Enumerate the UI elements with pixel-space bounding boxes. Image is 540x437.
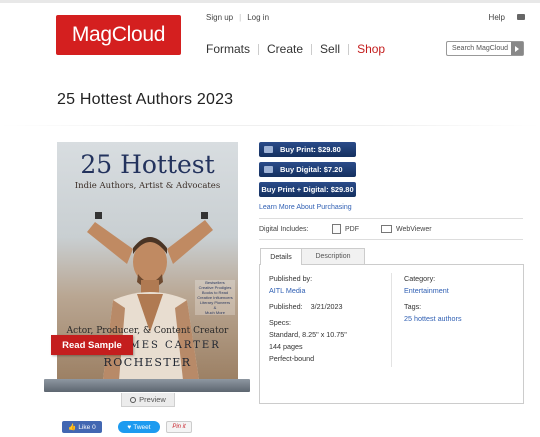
mail-icon[interactable]	[517, 14, 525, 20]
tab-details[interactable]: Details	[260, 248, 302, 265]
pdf-icon	[332, 224, 341, 234]
magcloud-logo[interactable]: MagCloud	[56, 15, 181, 55]
published-by-label: Published by:	[269, 274, 313, 283]
nav-sell[interactable]: Sell	[312, 42, 348, 56]
search-go-button[interactable]	[511, 42, 523, 55]
login-link[interactable]: Log in	[247, 13, 269, 22]
nav-shop[interactable]: Shop	[349, 42, 393, 56]
preview-button[interactable]: Preview	[121, 393, 175, 407]
title-divider	[0, 125, 540, 126]
like-label: Like 0	[78, 423, 96, 431]
search-input[interactable]: Search MagCloud	[447, 45, 511, 52]
page-title: 25 Hottest Authors 2023	[57, 91, 234, 108]
buy-digital-label: Buy Digital: $7.20	[280, 165, 343, 174]
cover-title: 25 Hottest	[80, 150, 215, 179]
buy-digital-button[interactable]: Buy Digital: $7.20	[259, 162, 356, 177]
spec-pages: 144 pages	[269, 342, 303, 351]
published-date: 3/21/2023	[310, 302, 343, 311]
tags-label: Tags:	[404, 302, 422, 311]
buy-print-label: Buy Print: $29.80	[280, 145, 341, 154]
read-sample-button[interactable]: Read Sample	[51, 335, 133, 355]
main-nav: Formats Create Sell Shop	[206, 42, 393, 56]
monitor-icon	[381, 225, 392, 233]
pdf-label[interactable]: PDF	[345, 226, 359, 233]
facebook-like-button[interactable]: 👍 Like 0	[62, 421, 102, 433]
divider	[259, 218, 523, 219]
help-link[interactable]: Help	[489, 13, 505, 22]
learn-more-link[interactable]: Learn More About Purchasing	[259, 204, 352, 211]
logo-text: MagCloud	[71, 23, 166, 46]
buy-print-button[interactable]: Buy Print: $29.80	[259, 142, 356, 157]
published-date-row: Published: 3/21/2023	[269, 302, 343, 311]
cover-shelf	[44, 379, 250, 392]
digital-includes: Digital Includes: PDF WebViewer	[259, 224, 432, 234]
twitter-bird-icon: ♥	[127, 423, 132, 431]
tab-description[interactable]: Description	[301, 248, 365, 264]
signup-link[interactable]: Sign up	[206, 13, 233, 22]
print-icon	[264, 146, 273, 153]
webviewer-label[interactable]: WebViewer	[396, 226, 432, 233]
buy-bundle-button[interactable]: Buy Print + Digital: $29.80	[259, 182, 356, 197]
spec-binding: Perfect-bound	[269, 354, 315, 363]
account-links: Sign up | Log in	[206, 13, 269, 22]
arrow-right-icon	[515, 45, 519, 52]
preview-label: Preview	[139, 395, 166, 404]
nav-create[interactable]: Create	[259, 42, 311, 56]
publisher-link[interactable]: AITL Media	[269, 286, 306, 295]
details-column-divider	[391, 273, 392, 367]
pinterest-button[interactable]: Pin it	[166, 421, 192, 433]
cover-name-line2: ROCHESTER	[103, 356, 192, 369]
nav-formats[interactable]: Formats	[206, 42, 258, 56]
includes-label: Digital Includes:	[259, 225, 309, 233]
spec-size: Standard, 8.25" x 10.75"	[269, 330, 347, 339]
category-link[interactable]: Entertainment	[404, 286, 449, 295]
published-label: Published:	[269, 302, 303, 311]
tweet-button[interactable]: ♥ Tweet	[118, 421, 160, 433]
category-label: Category:	[404, 274, 436, 283]
magnifier-icon	[130, 396, 137, 403]
top-border	[0, 0, 540, 3]
buy-bundle-label: Buy Print + Digital: $29.80	[261, 185, 354, 194]
cover-subtitle: Indie Authors, Artist & Advocates	[74, 181, 221, 191]
specs-label: Specs:	[269, 318, 291, 327]
divider	[259, 239, 523, 240]
search-box[interactable]: Search MagCloud	[446, 41, 524, 56]
link-separator: |	[239, 13, 242, 22]
cover-blurb: Bestsellers Creative Prodigies Books to …	[195, 280, 235, 315]
thumbs-up-icon: 👍	[68, 424, 77, 431]
tweet-label: Tweet	[133, 423, 151, 431]
tag-link[interactable]: 25 hottest authors	[404, 314, 462, 323]
digital-icon	[264, 166, 273, 173]
